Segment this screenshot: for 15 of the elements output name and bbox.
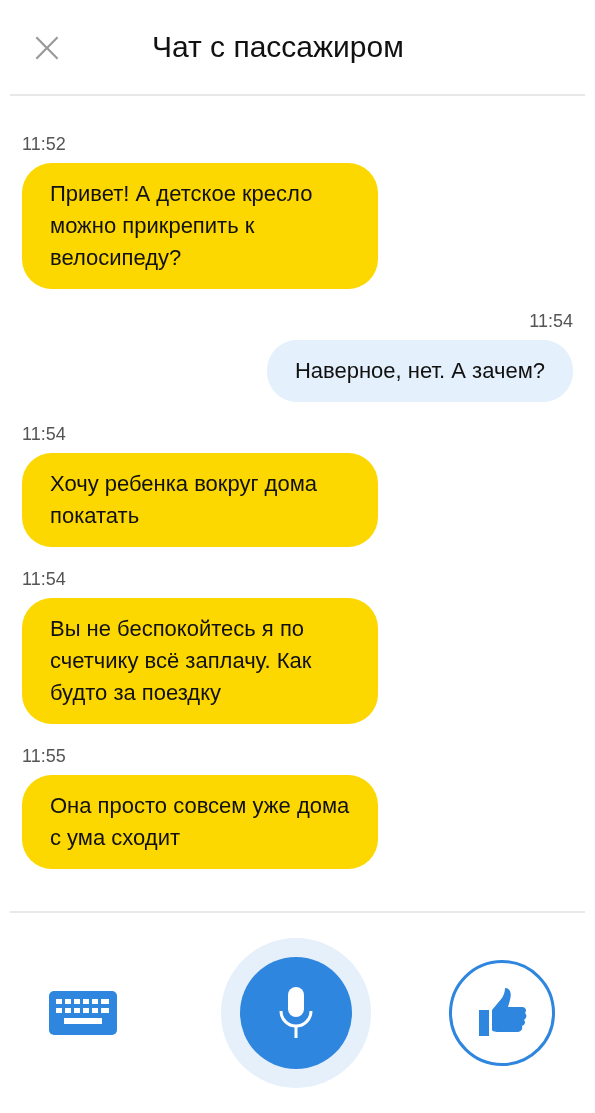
message-time: 11:55: [22, 746, 66, 767]
keyboard-button[interactable]: [48, 990, 118, 1036]
close-button[interactable]: ×: [22, 25, 72, 69]
message-time: 11:52: [22, 134, 66, 155]
keyboard-icon: [48, 990, 118, 1036]
message-time: 11:54: [529, 311, 573, 332]
message-bubble: Наверное, нет. А зачем?: [266, 340, 573, 402]
message-bubble: Хочу ребенка вокруг дома покатать: [22, 453, 378, 547]
message-time: 11:54: [22, 424, 66, 445]
chat-title: Чат с пассажиром: [152, 30, 404, 64]
microphone-button[interactable]: [240, 957, 352, 1069]
message-bubble: Привет! А детское кресло можно прикрепить к велосипеду?: [22, 163, 378, 289]
message-time: 11:54: [22, 569, 66, 590]
message-bubble: Она просто совсем уже дома с ума сходит: [22, 775, 378, 869]
message-bubble: Вы не беспокойтесь я по счетчику всё заплачу. Как будто за поездку: [22, 598, 378, 724]
